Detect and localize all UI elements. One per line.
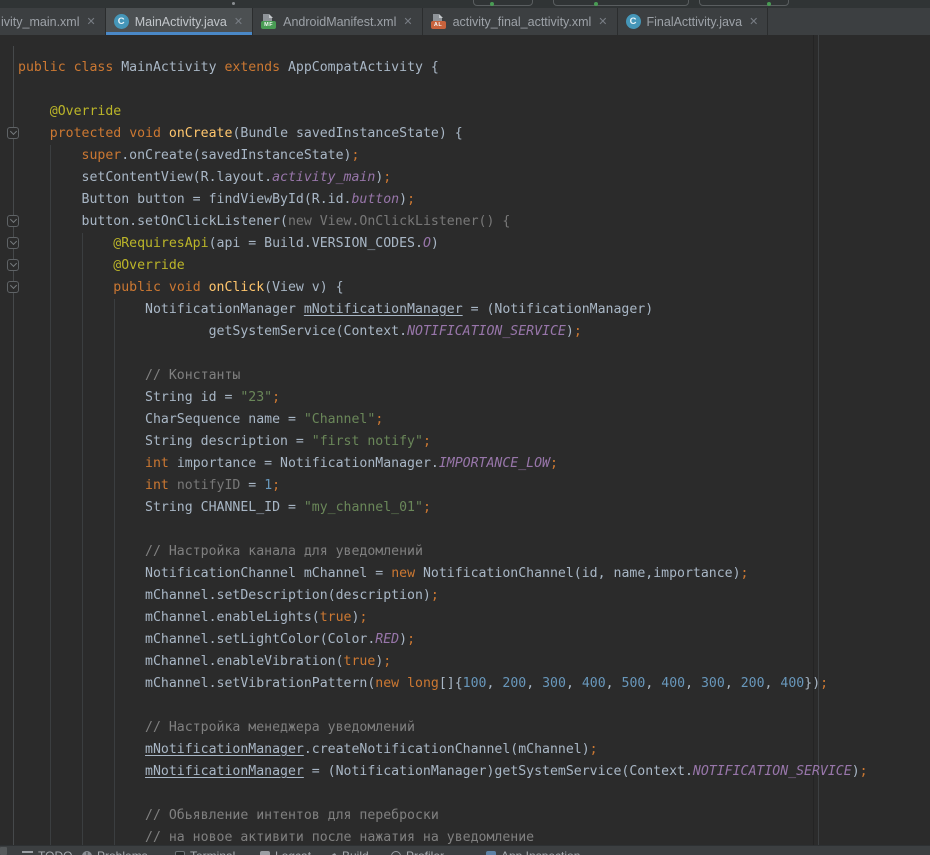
tool-window-button-build[interactable]: Build	[328, 849, 369, 855]
code-line: mNotificationManager.createNotificationC…	[18, 739, 868, 761]
run-status-dot	[767, 2, 771, 6]
code-line: String CHANNEL_ID = "my_channel_01";	[18, 497, 868, 519]
code-line	[18, 695, 868, 717]
problems-icon: !	[82, 851, 92, 855]
code-line: NotificationChannel mChannel = new Notif…	[18, 563, 868, 585]
code-line: Button button = findViewById(R.id.button…	[18, 189, 868, 211]
tab-close-icon[interactable]: ✕	[234, 17, 243, 28]
gutter-fold-line	[13, 46, 14, 845]
code-line: CharSequence name = "Channel";	[18, 409, 868, 431]
tool-window-label: Problems	[97, 849, 148, 855]
code-line: mChannel.enableVibration(true);	[18, 651, 868, 673]
profiler-icon	[391, 851, 401, 855]
code-line: mChannel.setDescription(description);	[18, 585, 868, 607]
code-line: getSystemService(Context.NOTIFICATION_SE…	[18, 321, 868, 343]
tool-window-button-todo[interactable]: TODO	[22, 849, 72, 855]
tab-activity_final_acttivity.xml[interactable]: AL activity_final_acttivity.xml ✕	[423, 8, 618, 35]
tab-label: activity_final_acttivity.xml	[453, 15, 592, 29]
tool-window-bar: TODO! Problems Terminal Logcat Build Profiler…	[0, 845, 930, 855]
fold-toggle-icon[interactable]	[7, 215, 19, 227]
code-line: setContentView(R.layout.activity_main);	[18, 167, 868, 189]
editor-tab-bar: ivity_main.xml ✕ C MainActivity.java ✕ MF Andr…	[0, 8, 930, 35]
code-line: String description = "first notify";	[18, 431, 868, 453]
code-line: super.onCreate(savedInstanceState);	[18, 145, 868, 167]
fold-toggle-icon[interactable]	[7, 127, 19, 139]
fold-toggle-icon[interactable]	[7, 281, 19, 293]
tab-label: FinalActtivity.java	[647, 15, 743, 29]
fold-toggle-icon[interactable]	[7, 237, 19, 249]
tool-window-label: TODO	[38, 849, 72, 855]
tool-window-label: App Inspection	[501, 849, 580, 855]
toolbar-button-partial[interactable]	[553, 0, 689, 6]
code-line: @RequiresApi(api = Build.VERSION_CODES.O…	[18, 233, 868, 255]
code-line: @Override	[18, 255, 868, 277]
terminal-icon	[175, 851, 185, 855]
tab-close-icon[interactable]: ✕	[403, 17, 412, 28]
code-line: public void onClick(View v) {	[18, 277, 868, 299]
run-status-dot	[490, 2, 494, 6]
tab-ivity_main.xml[interactable]: ivity_main.xml ✕	[0, 8, 106, 35]
code-line: mNotificationManager = (NotificationMana…	[18, 761, 868, 783]
code-line: mChannel.setVibrationPattern(new long[]{…	[18, 673, 868, 695]
run-status-dot	[594, 2, 598, 6]
fold-toggle-icon[interactable]	[7, 259, 19, 271]
code-line: // Константы	[18, 365, 868, 387]
todo-icon	[22, 851, 33, 855]
code-line	[18, 343, 868, 365]
toolbar-button-partial[interactable]	[473, 0, 533, 6]
code-line: int importance = NotificationManager.IMP…	[18, 453, 868, 475]
code-line: // Настройка менеджера уведомлений	[18, 717, 868, 739]
tool-window-button-problems[interactable]: ! Problems	[82, 849, 148, 855]
code-line: protected void onCreate(Bundle savedInst…	[18, 123, 868, 145]
toolbar-strip-partial	[0, 0, 930, 8]
tool-window-label: Logcat	[275, 849, 311, 855]
tab-close-icon[interactable]: ✕	[87, 17, 96, 28]
toolbar-dot	[232, 2, 235, 5]
tool-window-button-terminal[interactable]: Terminal	[175, 849, 235, 855]
window-corner-fragment	[0, 847, 7, 855]
code-line: button.setOnClickListener(new View.OnCli…	[18, 211, 868, 233]
code-line: mChannel.setLightColor(Color.RED);	[18, 629, 868, 651]
tool-window-label: Profiler	[406, 849, 444, 855]
tab-close-icon[interactable]: ✕	[598, 17, 607, 28]
code-line: int notifyID = 1;	[18, 475, 868, 497]
tool-window-button-logcat[interactable]: Logcat	[260, 849, 311, 855]
tool-window-button-app-inspection[interactable]: App Inspection	[486, 849, 580, 855]
ide-window: ivity_main.xml ✕ C MainActivity.java ✕ MF Andr…	[0, 0, 930, 855]
tab-close-icon[interactable]: ✕	[749, 17, 758, 28]
code-line: // Обьявление интентов для переброски	[18, 805, 868, 827]
code-editor[interactable]: public class MainActivity extends AppCom…	[0, 35, 930, 845]
layout-xml-icon: AL	[431, 14, 447, 29]
manifest-icon: MF	[261, 14, 277, 29]
tool-window-label: Terminal	[190, 849, 235, 855]
code-line	[18, 519, 868, 541]
code-line: // Настройка канала для уведомлений	[18, 541, 868, 563]
code-line: @Override	[18, 101, 868, 123]
tool-window-button-profiler[interactable]: Profiler	[391, 849, 444, 855]
toolbar-button-partial[interactable]	[699, 0, 789, 6]
code-line: public class MainActivity extends AppCom…	[18, 57, 868, 79]
code-line	[18, 79, 868, 101]
java-class-icon: C	[626, 14, 641, 29]
code-line	[18, 783, 868, 805]
inspection-icon	[486, 851, 496, 855]
code-text[interactable]: public class MainActivity extends AppCom…	[18, 57, 868, 849]
tab-FinalActtivity.java[interactable]: C FinalActtivity.java ✕	[618, 8, 769, 35]
tab-label: ivity_main.xml	[1, 15, 80, 29]
logcat-icon	[260, 851, 270, 855]
tab-MainActivity.java[interactable]: C MainActivity.java ✕	[106, 8, 253, 35]
code-line: mChannel.enableLights(true);	[18, 607, 868, 629]
java-class-icon: C	[114, 14, 129, 29]
tab-label: MainActivity.java	[135, 15, 227, 29]
tool-window-label: Build	[342, 849, 369, 855]
tab-label: AndroidManifest.xml	[283, 15, 396, 29]
tab-AndroidManifest.xml[interactable]: MF AndroidManifest.xml ✕	[253, 8, 422, 35]
code-line: NotificationManager mNotificationManager…	[18, 299, 868, 321]
code-line: String id = "23";	[18, 387, 868, 409]
